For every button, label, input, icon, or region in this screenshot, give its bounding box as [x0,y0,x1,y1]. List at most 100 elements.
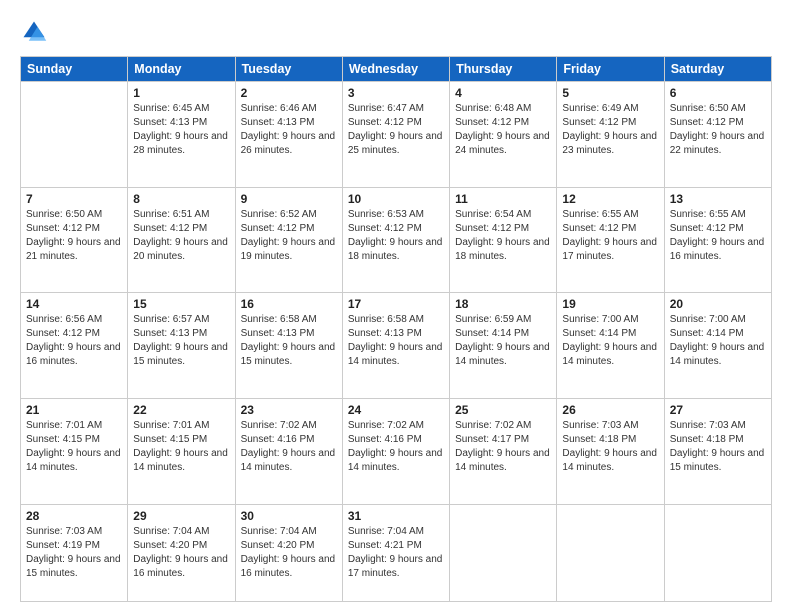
day-info: Sunrise: 6:55 AM Sunset: 4:12 PM Daylight:… [562,208,658,264]
calendar-cell: 27Sunrise: 7:03 AMSunset: 4:18 PMDayligh… [664,399,771,505]
sunset-text: Sunset: 4:14 PM [670,328,744,339]
calendar-table: SundayMondayTuesdayWednesdayThursdayFrid… [20,56,772,602]
daylight-text: Daylight: 9 hours and 14 minutes. [241,448,336,473]
calendar-cell: 3Sunrise: 6:47 AMSunset: 4:12 PMDaylight… [342,82,449,188]
daylight-text: Daylight: 9 hours and 16 minutes. [26,342,121,367]
calendar-header: SundayMondayTuesdayWednesdayThursdayFrid… [21,57,772,82]
day-number: 7 [26,192,122,206]
sunset-text: Sunset: 4:15 PM [26,434,100,445]
day-info: Sunrise: 6:53 AMSunset: 4:12 PMDaylight:… [348,208,444,264]
sunrise-text: Sunrise: 7:04 AM [348,526,424,537]
sunrise-text: Sunrise: 7:00 AM [670,314,746,325]
day-number: 5 [562,86,658,100]
calendar-cell: 11Sunrise: 6:54 AMSunset: 4:12 PMDayligh… [450,187,557,293]
sunset-text: Sunset: 4:13 PM [133,117,207,128]
sunset-text: Sunset: 4:12 PM [26,328,100,339]
daylight-text: Daylight: 9 hours and 23 minutes. [562,131,657,156]
day-number: 19 [562,297,658,311]
day-info: Sunrise: 7:02 AMSunset: 4:16 PMDaylight:… [348,419,444,475]
daylight-text: Daylight: 9 hours and 15 minutes. [670,448,765,473]
calendar-cell: 16Sunrise: 6:58 AMSunset: 4:13 PMDayligh… [235,293,342,399]
daylight-text: Daylight: 9 hours and 19 minutes. [241,237,336,262]
sunset-text: Sunset: 4:14 PM [455,328,529,339]
day-number: 21 [26,403,122,417]
daylight-text: Daylight: 9 hours and 24 minutes. [455,131,550,156]
sunrise-text: Sunrise: 6:54 AM [455,209,531,220]
day-number: 8 [133,192,229,206]
sunset-text: Sunset: 4:12 PM [562,223,636,234]
logo [20,18,52,46]
calendar-cell: 12 Sunrise: 6:55 AM Sunset: 4:12 PM Dayligh… [557,187,664,293]
sunset-text: Sunset: 4:20 PM [241,540,315,551]
day-number: 31 [348,509,444,523]
day-number: 1 [133,86,229,100]
weekday-header-saturday: Saturday [664,57,771,82]
day-number: 29 [133,509,229,523]
weekday-header-tuesday: Tuesday [235,57,342,82]
daylight-text: Daylight: 9 hours and 18 minutes. [455,237,550,262]
sunrise-text: Sunrise: 7:02 AM [348,420,424,431]
day-number: 14 [26,297,122,311]
daylight-text: Daylight: 9 hours and 15 minutes. [26,554,121,579]
calendar-cell: 21 Sunrise: 7:01 AMSunset: 4:15 PMDayligh… [21,399,128,505]
sunset-text: Sunset: 4:19 PM [26,540,100,551]
calendar-cell: 6Sunrise: 6:50 AMSunset: 4:12 PMDaylight… [664,82,771,188]
calendar-cell: 20Sunrise: 7:00 AMSunset: 4:14 PMDayligh… [664,293,771,399]
sunrise-text: Sunrise: 6:55 AM [562,209,638,220]
sunrise-text: Sunrise: 7:03 AM [26,526,102,537]
sunset-text: Sunset: 4:12 PM [670,223,744,234]
daylight-text: Daylight: 9 hours and 15 minutes. [133,342,228,367]
day-info: Sunrise: 6:55 AMSunset: 4:12 PMDaylight:… [670,208,766,264]
weekday-header-wednesday: Wednesday [342,57,449,82]
calendar-cell: 26Sunrise: 7:03 AMSunset: 4:18 PMDayligh… [557,399,664,505]
sunset-text: Sunset: 4:14 PM [562,328,636,339]
calendar-cell [557,504,664,601]
daylight-text: Daylight: 9 hours and 17 minutes. [562,237,657,262]
calendar-cell: 8Sunrise: 6:51 AMSunset: 4:12 PMDaylight… [128,187,235,293]
daylight-text: Daylight: 9 hours and 22 minutes. [670,131,765,156]
sunset-text: Sunset: 4:18 PM [670,434,744,445]
day-number: 9 [241,192,337,206]
sunrise-text: Sunrise: 6:52 AM [241,209,317,220]
header [20,18,772,46]
sunset-text: Sunset: 4:12 PM [455,223,529,234]
day-number: 23 [241,403,337,417]
calendar-cell: 10Sunrise: 6:53 AMSunset: 4:12 PMDayligh… [342,187,449,293]
sunrise-text: Sunrise: 6:53 AM [348,209,424,220]
day-info: Sunrise: 6:50 AMSunset: 4:12 PMDaylight:… [670,102,766,158]
daylight-text: Daylight: 9 hours and 17 minutes. [348,554,443,579]
daylight-text: Daylight: 9 hours and 21 minutes. [26,237,121,262]
day-number: 12 [562,192,658,206]
day-number: 26 [562,403,658,417]
weekday-header-thursday: Thursday [450,57,557,82]
day-info: Sunrise: 7:02 AMSunset: 4:17 PMDaylight:… [455,419,551,475]
calendar-week-2: 14Sunrise: 6:56 AMSunset: 4:12 PMDayligh… [21,293,772,399]
day-info: Sunrise: 6:46 AMSunset: 4:13 PMDaylight:… [241,102,337,158]
sunset-text: Sunset: 4:13 PM [133,328,207,339]
sunrise-text: Sunrise: 6:47 AM [348,103,424,114]
daylight-text: Daylight: 9 hours and 25 minutes. [348,131,443,156]
day-info: Sunrise: 7:04 AMSunset: 4:20 PMDaylight:… [241,525,337,581]
sunrise-text: Sunrise: 7:02 AM [455,420,531,431]
day-info: Sunrise: 6:50 AMSunset: 4:12 PMDaylight:… [26,208,122,264]
daylight-text: Daylight: 9 hours and 14 minutes. [562,448,657,473]
day-number: 17 [348,297,444,311]
day-info: Sunrise: 7:01 AMSunset: 4:15 PMDaylight:… [26,419,122,475]
logo-icon [20,18,48,46]
sunset-text: Sunset: 4:12 PM [241,223,315,234]
day-number: 4 [455,86,551,100]
sunset-text: Sunset: 4:17 PM [455,434,529,445]
sunset-text: Sunset: 4:16 PM [348,434,422,445]
daylight-text: Daylight: 9 hours and 16 minutes. [241,554,336,579]
calendar-cell: 17Sunrise: 6:58 AMSunset: 4:13 PMDayligh… [342,293,449,399]
calendar-cell: 13Sunrise: 6:55 AMSunset: 4:12 PMDayligh… [664,187,771,293]
daylight-text: Daylight: 9 hours and 15 minutes. [241,342,336,367]
sunrise-text: Sunrise: 7:03 AM [670,420,746,431]
calendar-cell: 31Sunrise: 7:04 AMSunset: 4:21 PMDayligh… [342,504,449,601]
calendar-cell: 28Sunrise: 7:03 AMSunset: 4:19 PMDayligh… [21,504,128,601]
sunrise-text: Sunrise: 6:50 AM [670,103,746,114]
sunrise-text: Sunrise: 6:45 AM [133,103,209,114]
daylight-text: Daylight: 9 hours and 14 minutes. [133,448,228,473]
sunset-text: Sunset: 4:15 PM [133,434,207,445]
calendar-cell: 19Sunrise: 7:00 AMSunset: 4:14 PMDayligh… [557,293,664,399]
